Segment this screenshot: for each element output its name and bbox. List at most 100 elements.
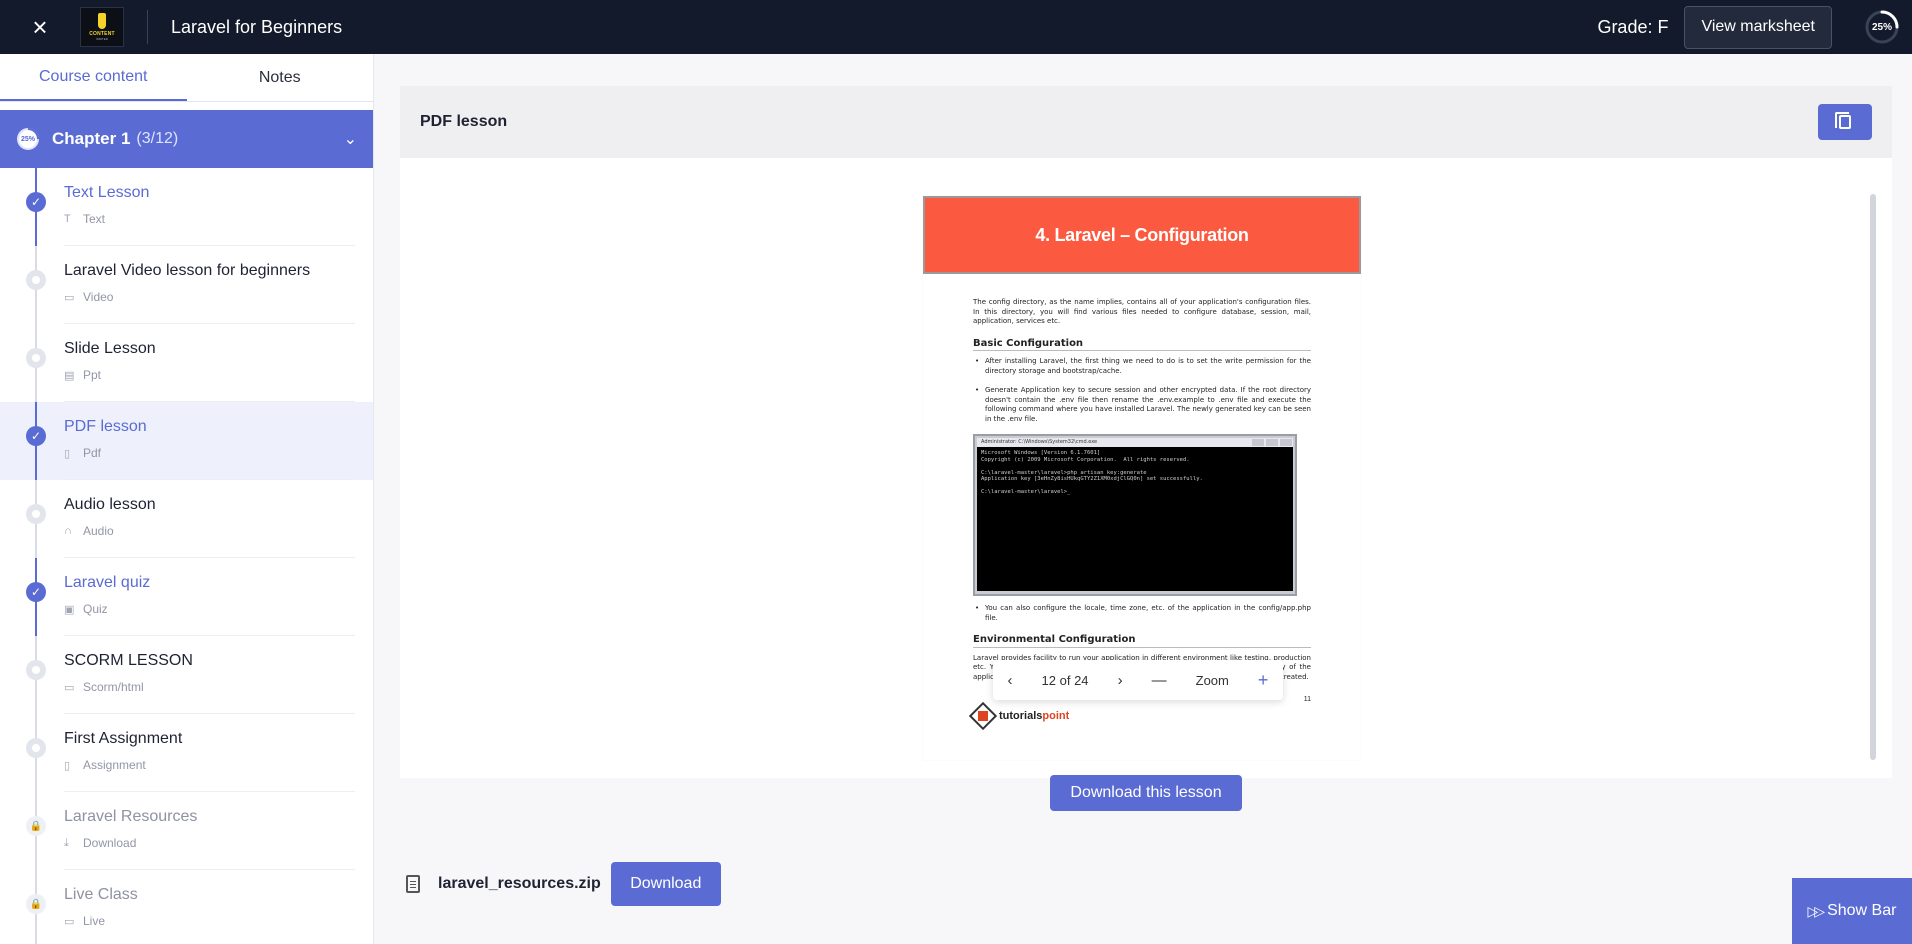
lesson-item-video[interactable]: Laravel Video lesson for beginners ▭ Vide… bbox=[0, 246, 373, 324]
lesson-title: First Assignment bbox=[64, 730, 183, 747]
download-attachment-button[interactable]: Download bbox=[610, 862, 721, 906]
sidebar-tabs: Course content Notes bbox=[0, 54, 373, 102]
course-progress-indicator: 25% bbox=[1864, 9, 1900, 45]
show-bar-label: Show Bar bbox=[1827, 902, 1897, 919]
lesson-item-resources[interactable]: 🔒 Laravel Resources ⤓ Download bbox=[0, 792, 373, 870]
lesson-title: Audio lesson bbox=[64, 496, 156, 513]
course-title: Laravel for Beginners bbox=[171, 16, 343, 37]
check-icon: ✓ bbox=[26, 582, 46, 602]
brand-logo: CONTENT WRITER bbox=[80, 7, 124, 47]
lesson-item-assignment[interactable]: First Assignment ▯ Assignment bbox=[0, 714, 373, 792]
next-page-button[interactable]: › bbox=[1118, 672, 1123, 689]
logo-accent: point bbox=[1042, 710, 1070, 722]
pending-icon bbox=[26, 348, 46, 368]
lesson-title: Slide Lesson bbox=[64, 340, 156, 357]
lesson-type: Audio bbox=[83, 524, 114, 538]
chapter-progress-text: 25% bbox=[20, 135, 35, 143]
lesson-title: Laravel Resources bbox=[64, 808, 198, 825]
lesson-item-audio[interactable]: Audio lesson ∩ Audio bbox=[0, 480, 373, 558]
lesson-type: Assignment bbox=[83, 758, 146, 772]
headphones-icon: ∩ bbox=[64, 525, 72, 537]
text-type-icon: T bbox=[64, 213, 71, 225]
close-icon[interactable]: × bbox=[32, 12, 47, 43]
lesson-item-slide[interactable]: Slide Lesson ▤ Ppt bbox=[0, 324, 373, 402]
file-icon bbox=[406, 875, 420, 893]
lesson-item-scorm[interactable]: SCORM LESSON ▭ Scorm/html bbox=[0, 636, 373, 714]
lesson-title: PDF lesson bbox=[64, 418, 147, 435]
pending-icon bbox=[26, 270, 46, 290]
page-indicator: 12 of 24 bbox=[1041, 672, 1089, 688]
download-icon: ⤓ bbox=[64, 836, 69, 849]
pencil-icon bbox=[98, 13, 106, 29]
copy-button[interactable] bbox=[1818, 104, 1872, 140]
tab-notes[interactable]: Notes bbox=[187, 54, 374, 101]
zoom-out-button[interactable]: — bbox=[1152, 672, 1167, 689]
pdf-page-number: 11 bbox=[1303, 696, 1311, 703]
check-icon: ✓ bbox=[26, 192, 46, 212]
chapter-header[interactable]: 25% Chapter 1 (3/12) ⌄ bbox=[0, 110, 373, 168]
close-button[interactable]: × bbox=[0, 0, 80, 54]
terminal-title: Administrator: C:\Windows\System32\cmd.e… bbox=[981, 439, 1098, 445]
pending-icon bbox=[26, 660, 46, 680]
pdf-banner: 4. Laravel – Configuration bbox=[923, 196, 1361, 274]
lock-icon: 🔒 bbox=[26, 894, 46, 914]
assignment-icon: ▯ bbox=[64, 759, 71, 772]
presentation-icon: ▤ bbox=[64, 369, 75, 382]
lesson-title: Laravel quiz bbox=[64, 574, 151, 591]
pdf-page: 4. Laravel – Configuration The config di… bbox=[923, 196, 1361, 760]
lesson-type: Quiz bbox=[83, 602, 108, 616]
check-icon: ✓ bbox=[26, 426, 46, 446]
attachment-filename: laravel_resources.zip bbox=[438, 875, 601, 892]
logo-main: tutorials bbox=[999, 710, 1043, 722]
pending-icon bbox=[26, 504, 46, 524]
pdf-heading: Environmental Configuration bbox=[973, 635, 1311, 648]
lesson-list: ✓ Text Lesson T Text Laravel Video lesson… bbox=[0, 168, 373, 944]
lesson-header: PDF lesson bbox=[400, 86, 1892, 158]
lesson-title: SCORM LESSON bbox=[64, 652, 193, 669]
lesson-type: Live bbox=[83, 914, 106, 928]
lesson-type: Video bbox=[83, 290, 114, 304]
lesson-type: Scorm/html bbox=[83, 680, 144, 694]
chapter-title: Chapter 1 bbox=[52, 129, 131, 148]
zoom-in-button[interactable]: + bbox=[1258, 670, 1269, 691]
pending-icon bbox=[26, 738, 46, 758]
lesson-item-text[interactable]: ✓ Text Lesson T Text bbox=[0, 168, 373, 246]
lesson-item-pdf[interactable]: ✓ PDF lesson ▯ Pdf bbox=[0, 402, 373, 480]
download-lesson-button[interactable]: Download this lesson bbox=[1050, 775, 1242, 811]
pdf-paragraph: The config directory, as the name implie… bbox=[973, 298, 1311, 325]
scorm-icon: ▭ bbox=[64, 681, 75, 694]
view-marksheet-button[interactable]: View marksheet bbox=[1684, 5, 1832, 49]
tutorialspoint-logo: tutorialspoint bbox=[968, 701, 1070, 731]
pdf-toolbar: ‹ 12 of 24 › — Zoom + bbox=[993, 660, 1283, 700]
lock-icon: 🔒 bbox=[26, 816, 46, 836]
top-header: × CONTENT WRITER Laravel for Beginners G… bbox=[0, 0, 1912, 54]
show-bar-button[interactable]: ▷▷ Show Bar bbox=[1792, 878, 1912, 944]
pdf-bullet: Generate Application key to secure sessi… bbox=[973, 386, 1311, 424]
lesson-item-quiz[interactable]: ✓ Laravel quiz ▣ Quiz bbox=[0, 558, 373, 636]
copy-icon bbox=[1835, 112, 1851, 129]
lesson-type: Download bbox=[83, 836, 137, 850]
lesson-title: Text Lesson bbox=[64, 184, 150, 201]
header-divider bbox=[147, 10, 148, 44]
video-icon: ▭ bbox=[64, 291, 75, 304]
chevron-down-icon[interactable]: ⌄ bbox=[344, 129, 357, 149]
terminal-output: Microsoft Windows [Version 6.1.7601] Cop… bbox=[977, 447, 1293, 591]
pdf-bullet: After installing Laravel, the first thin… bbox=[973, 357, 1311, 376]
double-arrow-right-icon: ▷▷ bbox=[1807, 902, 1825, 919]
chapter-progress-indicator: 25% bbox=[16, 127, 40, 151]
lesson-type: Text bbox=[83, 212, 106, 226]
lesson-type: Ppt bbox=[83, 368, 102, 382]
lesson-heading: PDF lesson bbox=[420, 113, 508, 130]
prev-page-button[interactable]: ‹ bbox=[1008, 672, 1013, 689]
course-sidebar: Course content Notes 25% Chapter 1 (3/12… bbox=[0, 54, 374, 944]
pdf-bullet: You can also configure the locale, time … bbox=[973, 604, 1311, 623]
quiz-icon: ▣ bbox=[64, 603, 75, 616]
pdf-viewer: 4. Laravel – Configuration The config di… bbox=[400, 158, 1892, 778]
pdf-scrollbar[interactable] bbox=[1870, 194, 1876, 760]
lesson-title: Live Class bbox=[64, 886, 138, 903]
tab-course-content[interactable]: Course content bbox=[0, 54, 187, 101]
terminal-screenshot: Administrator: C:\Windows\System32\cmd.e… bbox=[973, 434, 1297, 596]
logo-subtext: WRITER bbox=[96, 37, 108, 41]
lesson-title: Laravel Video lesson for beginners bbox=[64, 262, 311, 279]
lesson-item-live[interactable]: 🔒 Live Class ▭ Live bbox=[0, 870, 373, 944]
